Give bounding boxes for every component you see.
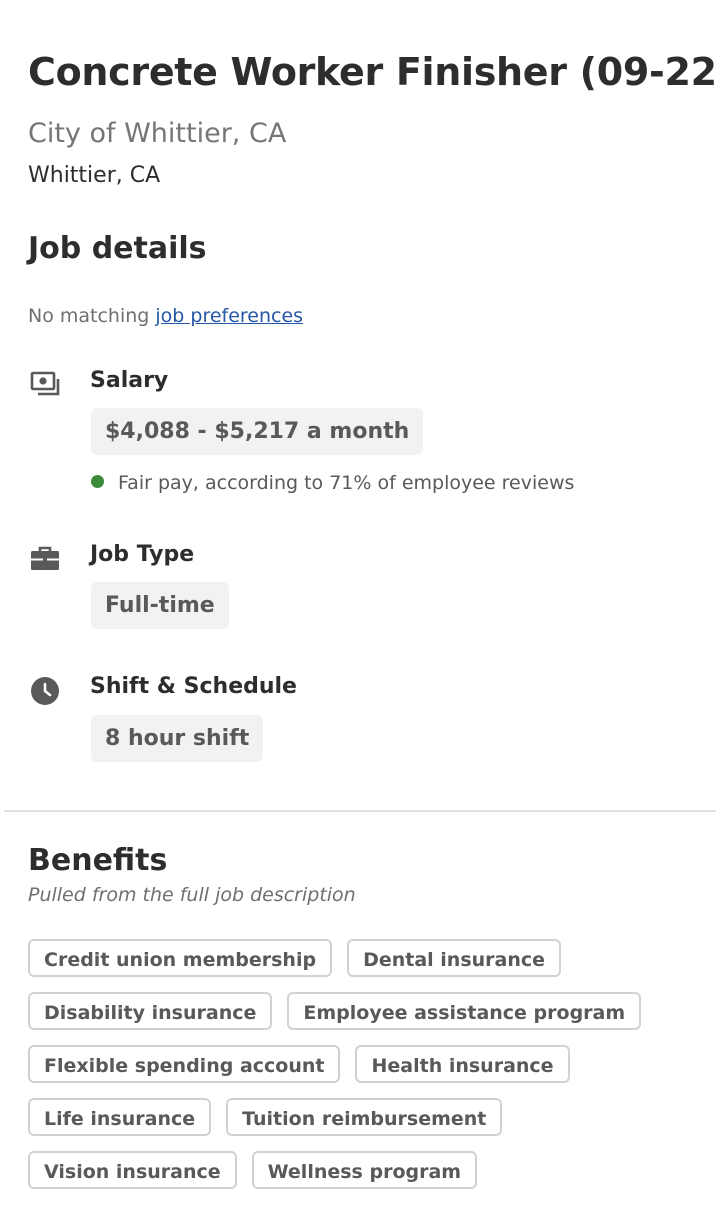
- benefit-tag: Flexible spending account: [28, 1045, 341, 1083]
- salary-label: Salary: [90, 368, 169, 393]
- job-preferences-link[interactable]: job preferences: [155, 305, 303, 327]
- company-name[interactable]: City of Whittier, CA: [28, 118, 286, 149]
- salary-value: $4,088 - $5,217 a month: [91, 408, 424, 455]
- benefit-tag: Disability insurance: [28, 992, 273, 1030]
- section-divider: [4, 810, 716, 812]
- job-preferences-note: No matching job preferences: [28, 305, 303, 327]
- benefit-tag: Tuition reimbursement: [226, 1098, 503, 1136]
- benefits-list: Credit union membership Dental insurance…: [28, 939, 708, 1189]
- briefcase-icon: [31, 546, 59, 570]
- benefit-tag: Employee assistance program: [287, 992, 642, 1030]
- benefit-tag: Dental insurance: [347, 939, 562, 977]
- shift-schedule-label: Shift & Schedule: [90, 674, 297, 699]
- benefit-tag: Vision insurance: [28, 1151, 237, 1189]
- money-icon: [30, 371, 60, 396]
- job-preferences-prefix: No matching: [28, 305, 156, 327]
- clock-icon: [31, 677, 59, 705]
- job-location: Whittier, CA: [28, 163, 161, 188]
- fair-pay-dot-icon: [91, 475, 104, 488]
- benefits-heading: Benefits: [28, 843, 168, 878]
- benefit-tag: Credit union membership: [28, 939, 333, 977]
- benefits-subtitle: Pulled from the full job description: [28, 884, 356, 906]
- shift-schedule-value: 8 hour shift: [91, 715, 264, 762]
- benefit-tag: Life insurance: [28, 1098, 212, 1136]
- benefit-tag: Wellness program: [251, 1151, 478, 1189]
- job-type-value: Full-time: [91, 582, 229, 629]
- benefit-tag: Health insurance: [355, 1045, 570, 1083]
- fair-pay-note: Fair pay, according to 71% of employee r…: [91, 472, 574, 494]
- job-title: Concrete Worker Finisher (09-22): [28, 50, 720, 94]
- fair-pay-text: Fair pay, according to 71% of employee r…: [118, 472, 575, 494]
- job-details-heading: Job details: [28, 231, 207, 266]
- job-type-label: Job Type: [90, 542, 195, 567]
